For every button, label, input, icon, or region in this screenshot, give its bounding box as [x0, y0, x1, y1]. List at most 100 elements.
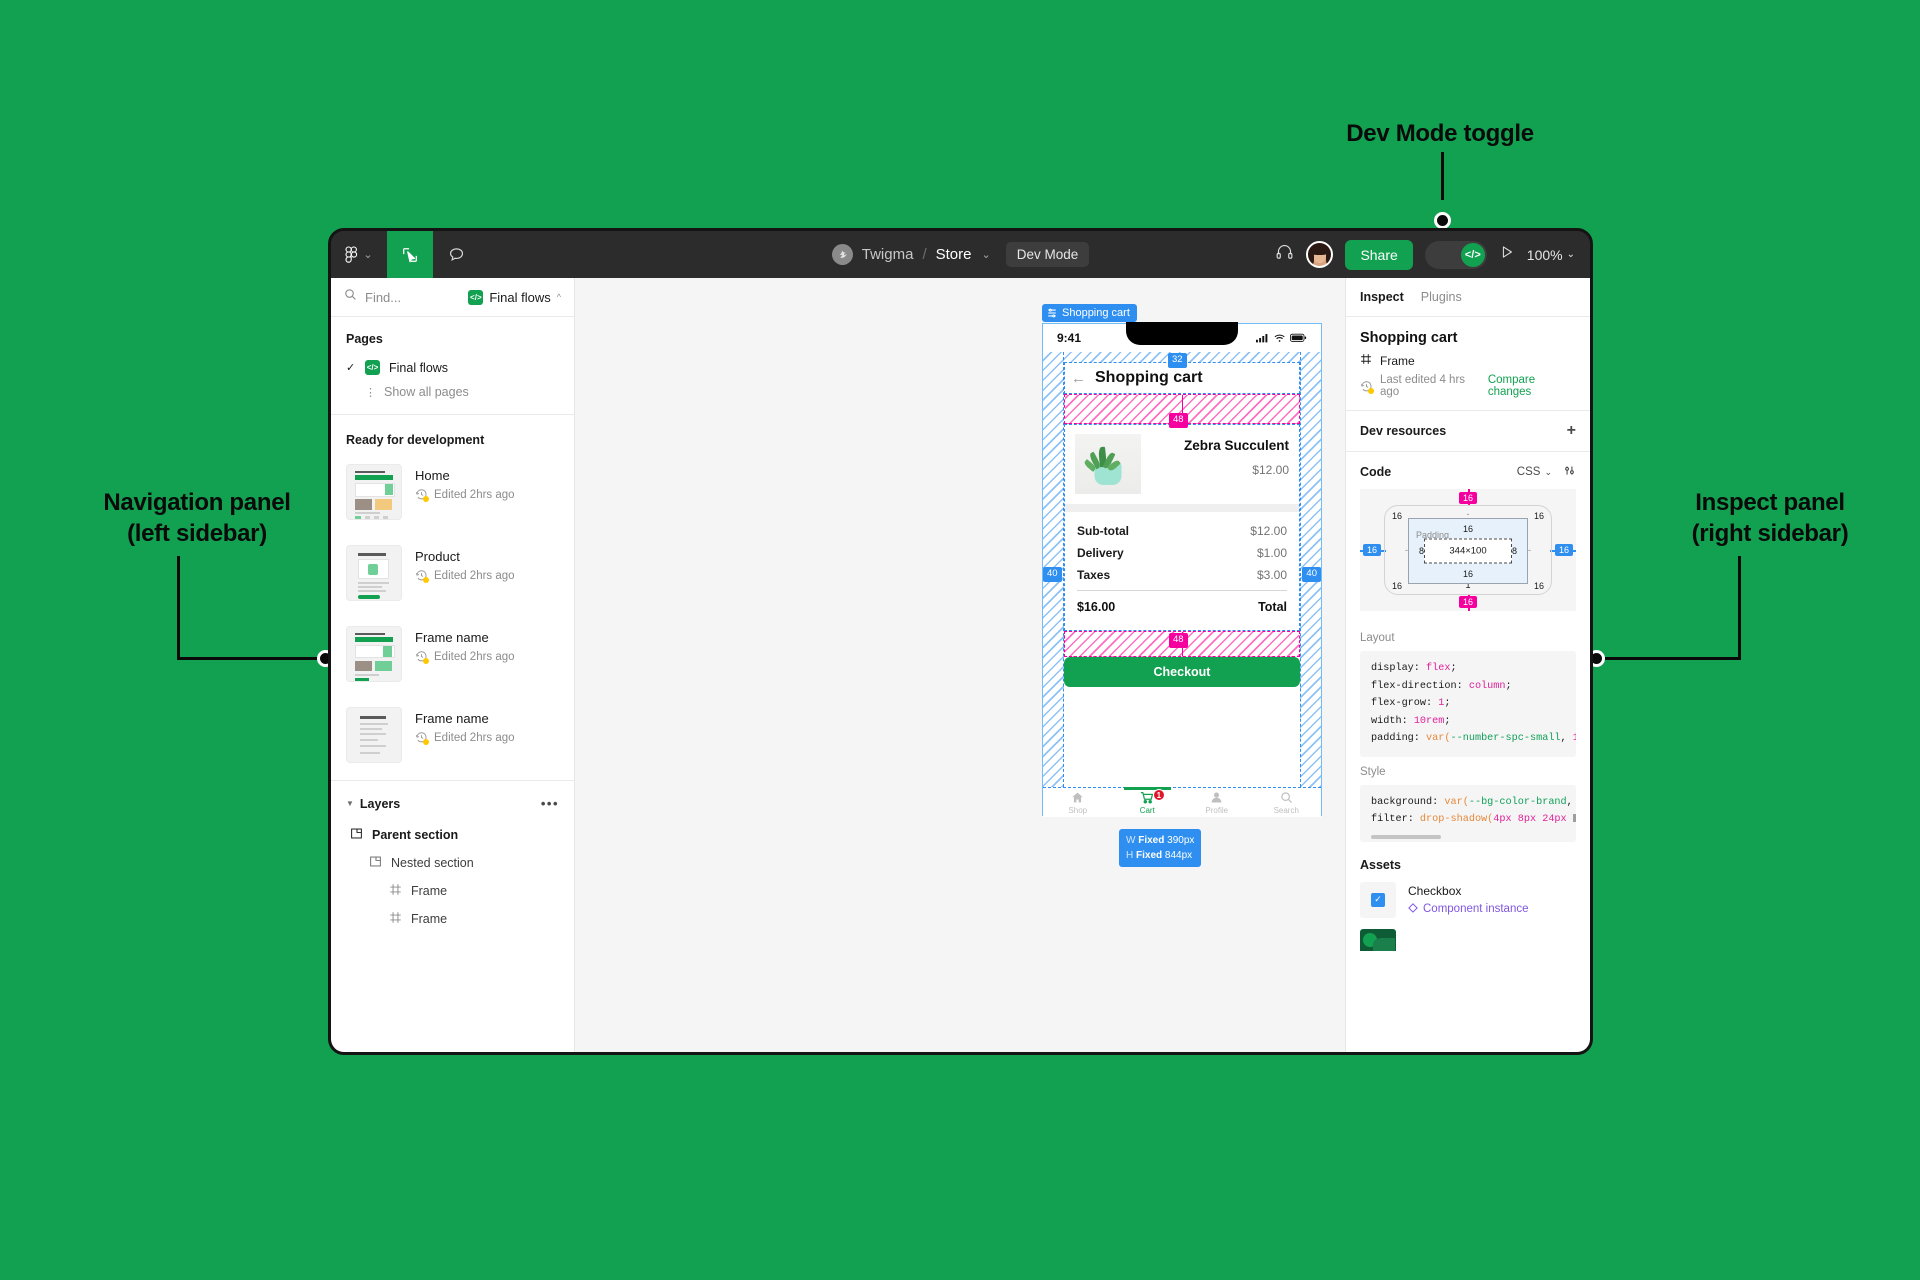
- zoom-chevron-down-icon[interactable]: ⌄: [1567, 249, 1575, 260]
- zoom-level-label: 100%: [1526, 246, 1563, 263]
- list-item[interactable]: Frame name Edited 2hrs ago: [331, 618, 574, 699]
- tab-plugins[interactable]: Plugins: [1421, 290, 1462, 304]
- flow-icon: </>: [365, 360, 380, 375]
- caret-down-icon[interactable]: ▼: [346, 799, 354, 808]
- navigation-panel: Find... </> Final flows ^ Pages ✓ </> Fi…: [331, 278, 575, 1052]
- chevron-down-icon: ⌄: [1544, 466, 1552, 477]
- code-section-header: Code CSS ⌄: [1346, 452, 1590, 489]
- code-scrollbar[interactable]: [1371, 834, 1441, 839]
- home-icon: [1043, 790, 1113, 805]
- list-item-text: Frame name Edited 2hrs ago: [415, 626, 515, 664]
- dev-resources-label: Dev resources: [1360, 424, 1447, 438]
- margin-right-value: 16: [1554, 544, 1573, 556]
- headset-icon[interactable]: [1275, 243, 1294, 267]
- window-body: Find... </> Final flows ^ Pages ✓ </> Fi…: [331, 278, 1590, 1052]
- phone-frame[interactable]: 9:41 32 ← Shopping cart 48 Zebra Succule…: [1042, 322, 1322, 817]
- asset-thumbnail: ✓: [1360, 881, 1396, 918]
- list-item[interactable]: Frame name Edited 2hrs ago: [331, 699, 574, 780]
- design-canvas[interactable]: Shopping cart 9:41 32 ← Shopping cart 48…: [575, 278, 1345, 1052]
- css-prop: display: [1371, 663, 1414, 674]
- product-row[interactable]: Zebra Succulent $12.00: [1065, 425, 1299, 504]
- list-item-text: Frame name Edited 2hrs ago: [415, 707, 515, 745]
- size-tooltip: W Fixed 390px H Fixed 844px: [1119, 829, 1202, 867]
- dev-mode-toggle[interactable]: </>: [1424, 240, 1487, 269]
- layer-row-nested-section[interactable]: Nested section: [331, 849, 574, 877]
- totals-divider: [1077, 590, 1287, 591]
- search-input[interactable]: Find...: [365, 290, 460, 305]
- back-arrow-icon[interactable]: ←: [1065, 370, 1086, 387]
- tab-search[interactable]: Search: [1252, 790, 1322, 815]
- total-row-label: Delivery: [1077, 546, 1124, 560]
- tab-shop[interactable]: Shop: [1043, 790, 1113, 815]
- product-meta: Zebra Succulent $12.00: [1151, 434, 1289, 477]
- grand-total-label: Total: [1258, 600, 1287, 614]
- list-item-edited: Edited 2hrs ago: [434, 650, 515, 663]
- play-icon[interactable]: [1499, 244, 1515, 265]
- code-language-select[interactable]: CSS ⌄: [1517, 466, 1552, 478]
- style-code-block[interactable]: background: var(--bg-color-brand, #97655…: [1360, 784, 1576, 842]
- frame-name-text: Shopping cart: [1062, 307, 1130, 319]
- list-item-text: Product Edited 2hrs ago: [415, 545, 515, 583]
- show-all-pages[interactable]: ⋮ Show all pages: [331, 380, 574, 404]
- radius-top-left: 16: [1392, 511, 1403, 521]
- layer-row-frame-2[interactable]: Frame: [331, 905, 574, 933]
- layer-label: Nested section: [391, 856, 474, 870]
- list-item[interactable]: Home Edited 2hrs ago: [331, 456, 574, 537]
- size-w-key: W: [1126, 835, 1136, 846]
- person-icon: [1182, 790, 1252, 805]
- asset-item[interactable]: ✓ Checkbox Component instance: [1346, 881, 1590, 929]
- layer-label: Frame: [411, 912, 448, 926]
- inspect-tabs: Inspect Plugins: [1346, 278, 1590, 317]
- connector-line-nav-horizontal: [177, 657, 325, 660]
- measure-header-top: 32: [1168, 353, 1187, 368]
- pages-section: Pages ✓ </> Final flows ⋮ Show all pages: [331, 317, 574, 415]
- css-prop: width: [1371, 715, 1402, 727]
- tab-label: Profile: [1205, 806, 1229, 815]
- asset-item-partial[interactable]: [1346, 928, 1590, 951]
- compare-changes-link[interactable]: Compare changes: [1488, 374, 1576, 398]
- toolbar-menu-chevron-icon[interactable]: ⌄: [363, 248, 372, 261]
- dev-mode-toggle-knob[interactable]: </>: [1460, 242, 1485, 267]
- style-label: Style: [1360, 765, 1386, 778]
- file-name[interactable]: Store: [936, 246, 972, 263]
- tab-cart[interactable]: 1 Cart: [1113, 787, 1183, 815]
- margin-bottom-value: 16: [1458, 596, 1478, 608]
- grand-total-row: $16.00 Total: [1077, 600, 1287, 614]
- checkout-button[interactable]: Checkout: [1064, 657, 1300, 687]
- tab-profile[interactable]: Profile: [1182, 790, 1252, 815]
- tab-label: Search: [1273, 806, 1299, 815]
- zoom-control[interactable]: 100% ⌄: [1527, 247, 1575, 263]
- css-value: flex: [1426, 663, 1451, 674]
- list-item-name: Frame name: [415, 711, 489, 726]
- user-avatar[interactable]: [1306, 241, 1334, 268]
- flow-selector[interactable]: </> Final flows ^: [468, 289, 561, 305]
- cursor-tool-icon[interactable]: [387, 231, 433, 278]
- search-row: Find... </> Final flows ^: [331, 278, 574, 317]
- list-item[interactable]: Product Edited 2hrs ago: [331, 537, 574, 618]
- page-item-final-flows[interactable]: ✓ </> Final flows: [331, 355, 574, 380]
- tab-inspect[interactable]: Inspect: [1360, 290, 1404, 304]
- padding-right-value: 8: [1511, 546, 1517, 556]
- share-button[interactable]: Share: [1345, 239, 1413, 270]
- radius-bottom-left: 16: [1392, 581, 1403, 591]
- asset-thumbnail-partial: [1360, 928, 1396, 951]
- layout-code-block[interactable]: display: flex; flex-direction: column; f…: [1360, 651, 1576, 757]
- figma-logo-icon[interactable]: ⌄: [331, 231, 387, 278]
- add-dev-resource-button[interactable]: +: [1567, 423, 1576, 439]
- size-w-mode: Fixed: [1138, 835, 1165, 846]
- layer-row-parent-section[interactable]: Parent section: [331, 821, 574, 849]
- dev-resources-row: Dev resources +: [1346, 411, 1590, 452]
- list-item-meta: Edited 2hrs ago: [415, 650, 515, 664]
- team-name[interactable]: Twigma: [862, 246, 914, 263]
- frame-name-label[interactable]: Shopping cart: [1042, 304, 1137, 322]
- phone-notch: [1126, 322, 1238, 345]
- file-chevron-down-icon[interactable]: ⌄: [981, 248, 990, 261]
- layers-more-button[interactable]: •••: [541, 796, 559, 811]
- comment-bubble-icon[interactable]: [433, 231, 479, 278]
- flow-icon: </>: [468, 289, 484, 305]
- sliders-icon[interactable]: [1563, 464, 1576, 480]
- layer-label: Frame: [411, 884, 448, 898]
- chevron-up-icon[interactable]: ^: [557, 292, 561, 302]
- status-time: 9:41: [1057, 331, 1082, 345]
- layer-row-frame-1[interactable]: Frame: [331, 877, 574, 905]
